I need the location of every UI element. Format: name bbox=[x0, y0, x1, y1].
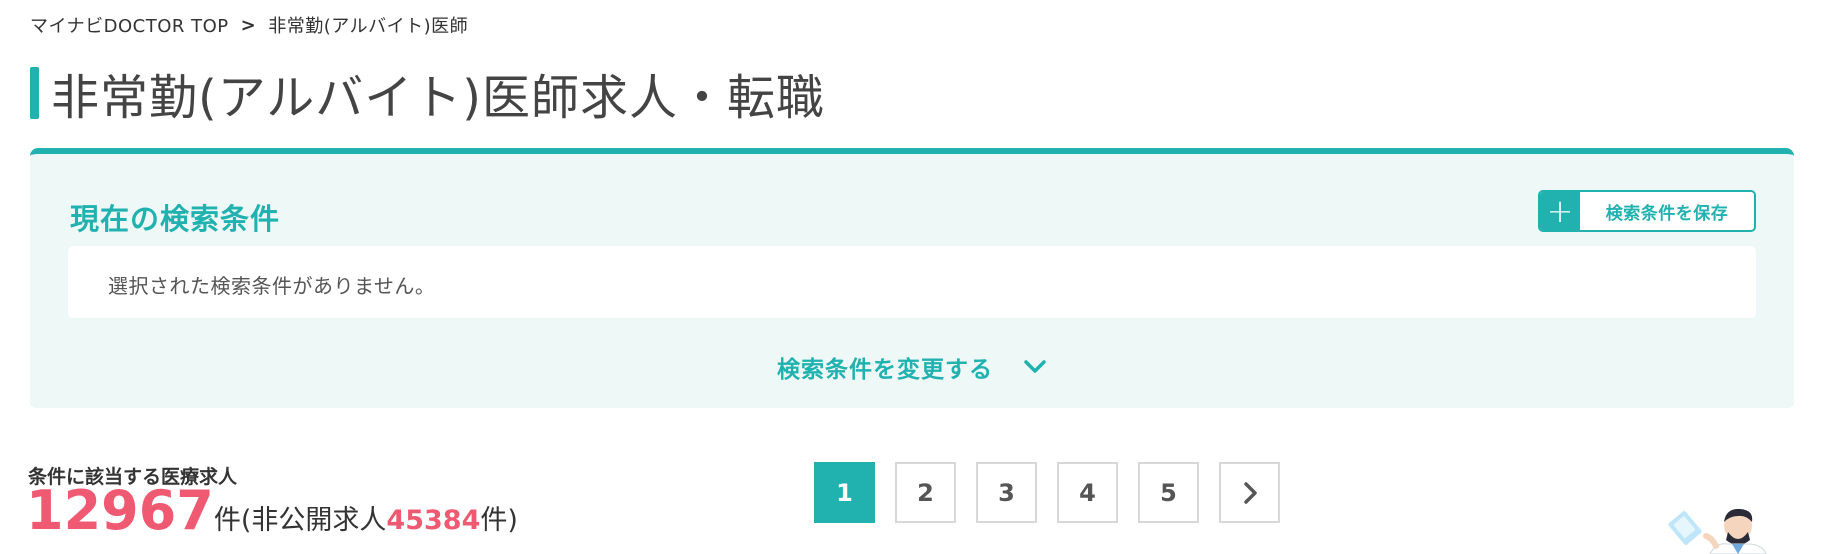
title-accent-bar bbox=[30, 67, 39, 119]
breadcrumb: マイナビDOCTOR TOP > 非常勤(アルバイト)医師 bbox=[30, 12, 468, 38]
private-count-number: 45384 bbox=[386, 505, 481, 536]
next-page-button[interactable] bbox=[1219, 462, 1280, 523]
pagination: 1 2 3 4 5 bbox=[814, 462, 1280, 523]
breadcrumb-current: 非常勤(アルバイト)医師 bbox=[268, 16, 469, 37]
result-count-number: 12967 bbox=[26, 479, 214, 542]
save-conditions-button[interactable]: + 検索条件を保存 bbox=[1538, 190, 1756, 232]
search-conditions-title: 現在の検索条件 bbox=[70, 202, 281, 236]
page-title-block: 非常勤(アルバイト)医師求人・転職 bbox=[30, 58, 825, 128]
chevron-right-icon bbox=[1243, 481, 1257, 504]
result-count: 12967 件 (非公開求人 45384 件) bbox=[26, 484, 518, 538]
search-conditions-panel: 現在の検索条件 + 検索条件を保存 選択された検索条件がありません。 検索条件を… bbox=[30, 148, 1794, 408]
page-title: 非常勤(アルバイト)医師求人・転職 bbox=[51, 70, 825, 126]
search-conditions-box: 選択された検索条件がありません。 bbox=[68, 246, 1756, 318]
breadcrumb-separator: > bbox=[240, 14, 257, 36]
plus-icon: + bbox=[1540, 192, 1580, 230]
private-count-close: 件) bbox=[480, 505, 518, 536]
save-conditions-label: 検索条件を保存 bbox=[1605, 203, 1729, 224]
empty-conditions-message: 選択された検索条件がありません。 bbox=[108, 274, 436, 298]
page-3-button[interactable]: 3 bbox=[976, 462, 1037, 523]
page-1-button[interactable]: 1 bbox=[814, 462, 875, 523]
page-5-button[interactable]: 5 bbox=[1138, 462, 1199, 523]
page-2-button[interactable]: 2 bbox=[895, 462, 956, 523]
change-conditions-link[interactable]: 検索条件を変更する bbox=[30, 350, 1794, 384]
private-count-open: (非公開求人 bbox=[240, 505, 387, 536]
doctor-mascot-illustration bbox=[1668, 508, 1767, 554]
page-4-button[interactable]: 4 bbox=[1057, 462, 1118, 523]
change-conditions-label: 検索条件を変更する bbox=[777, 357, 993, 383]
breadcrumb-home-link[interactable]: マイナビDOCTOR TOP bbox=[30, 12, 229, 38]
chevron-down-icon bbox=[1024, 360, 1046, 373]
result-count-unit: 件 bbox=[213, 505, 241, 536]
